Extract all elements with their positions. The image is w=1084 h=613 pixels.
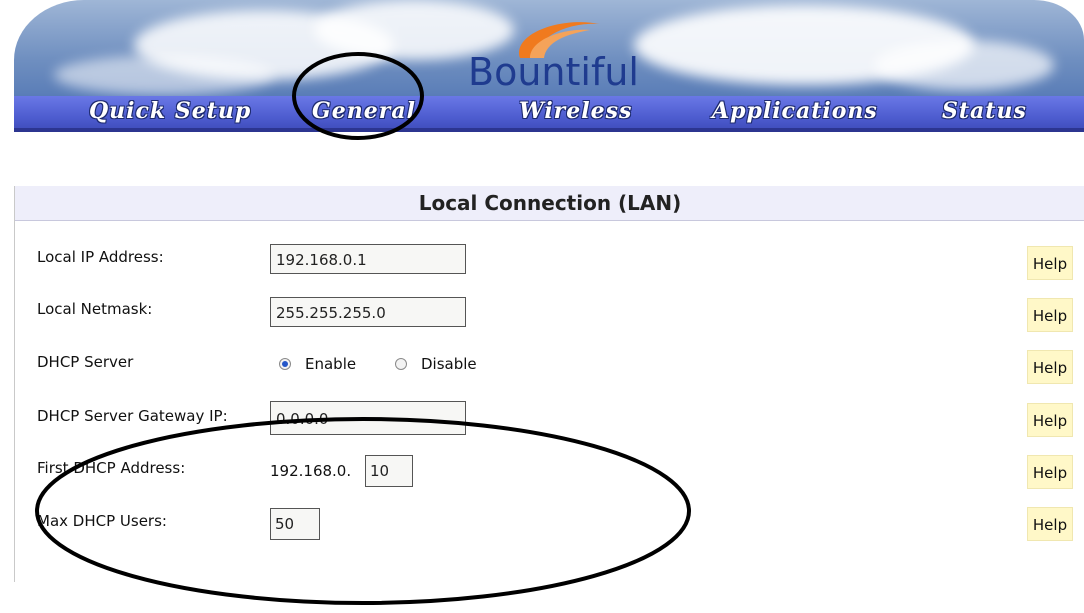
header-banner: Bountiful Quick Setup General Wireless A… [14,0,1084,132]
help-button-first-dhcp[interactable]: Help [1027,455,1073,489]
local-ip-label: Local IP Address: [37,248,164,266]
dhcp-disable-label[interactable]: Disable [421,355,477,373]
help-button-dhcp-server[interactable]: Help [1027,350,1073,384]
help-button-local-ip[interactable]: Help [1027,246,1073,280]
panel-title: Local Connection (LAN) [418,191,682,215]
help-button-max-users[interactable]: Help [1027,507,1073,541]
logo-text: Bountiful [468,50,639,94]
nav-wireless[interactable]: Wireless [519,98,632,124]
netmask-input[interactable]: 255.255.255.0 [270,297,466,327]
radio-unchecked-icon[interactable] [395,358,407,370]
gateway-label: DHCP Server Gateway IP: [37,407,228,425]
gateway-input[interactable]: 0.0.0.0 [270,401,466,435]
dhcp-enable-label[interactable]: Enable [305,355,356,373]
panel-header: Local Connection (LAN) [15,186,1084,221]
first-dhcp-input[interactable]: 10 [365,455,413,487]
nav-applications[interactable]: Applications [712,98,878,124]
max-users-label: Max DHCP Users: [37,512,167,530]
local-ip-input[interactable]: 192.168.0.1 [270,244,466,274]
max-users-input[interactable]: 50 [270,508,320,540]
nav-status[interactable]: Status [942,98,1027,124]
nav-general[interactable]: General [312,98,416,124]
netmask-label: Local Netmask: [37,300,153,318]
first-dhcp-prefix: 192.168.0. [270,462,352,480]
bountiful-logo: Bountiful [450,14,670,94]
nav-bar-shadow [14,128,1084,132]
cloud-decoration [874,40,1054,90]
dhcp-server-label: DHCP Server [37,353,134,371]
cloud-decoration [54,55,274,95]
help-button-gateway[interactable]: Help [1027,403,1073,437]
nav-quick-setup[interactable]: Quick Setup [89,98,251,124]
radio-checked-icon[interactable] [279,358,291,370]
first-dhcp-label: First DHCP Address: [37,459,186,477]
lan-settings-panel: Local Connection (LAN) Local IP Address:… [14,186,1084,582]
help-button-netmask[interactable]: Help [1027,298,1073,332]
